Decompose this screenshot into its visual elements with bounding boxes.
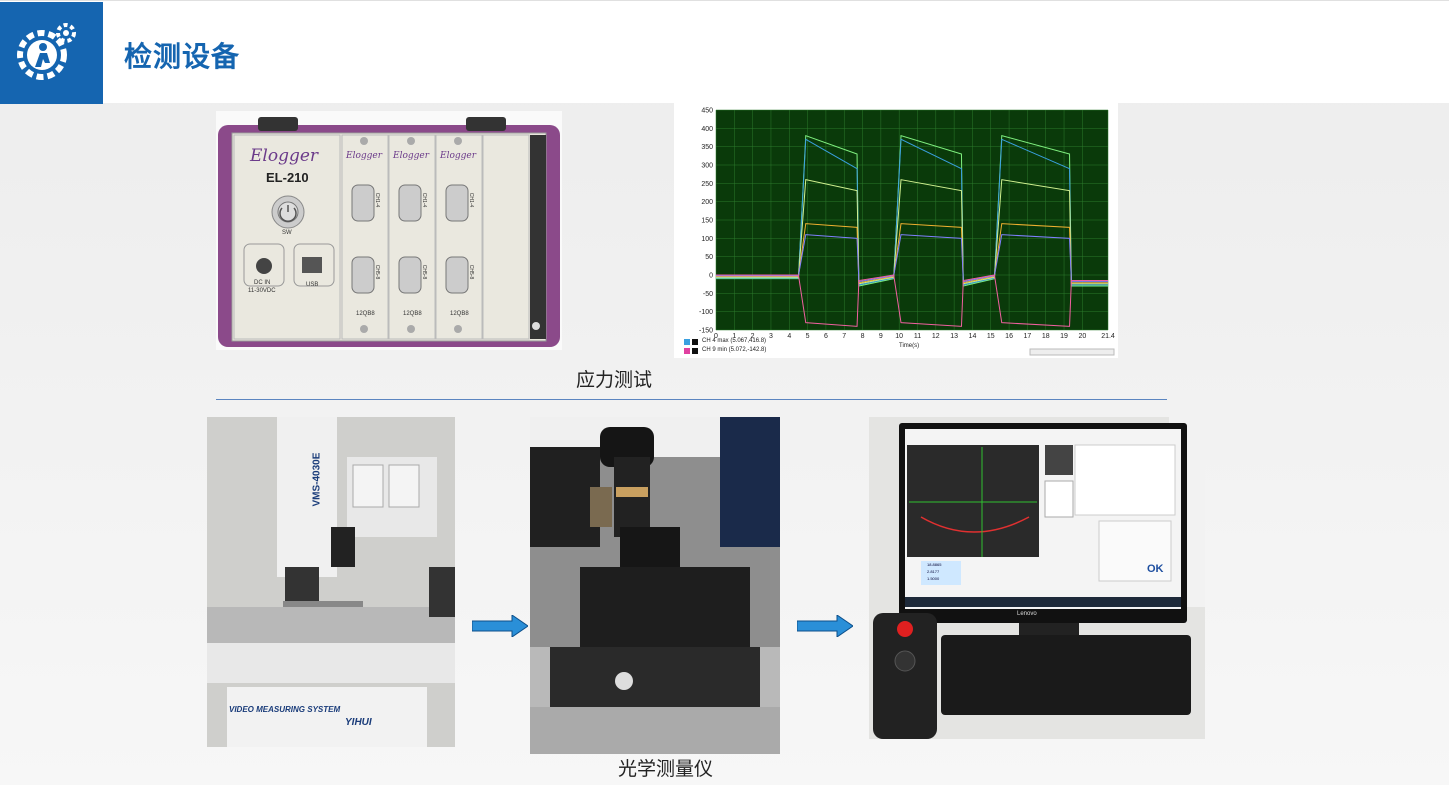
monitor-ok-label: OK [1147, 563, 1164, 575]
ch-top-2: CH1-4 [421, 192, 428, 208]
dc-label-2: 11-30VDC [248, 288, 276, 294]
chart-y-tick: 100 [701, 236, 713, 243]
chart-y-tick: 300 [701, 163, 713, 170]
chart-y-tick: 50 [705, 254, 713, 261]
module-brand-3: Elogger [440, 151, 477, 161]
monitor-brand: Lenovo [1017, 611, 1037, 617]
module-brand-2: Elogger [393, 151, 430, 161]
optical-caption: 光学测量仪 [618, 758, 714, 780]
ch-top-3: CH1-4 [468, 192, 475, 208]
chart-x-tick: 16 [1005, 333, 1013, 340]
ch-top-1: CH1-4 [374, 192, 381, 208]
chart-x-tick: 4 [787, 333, 791, 340]
readout-x: 18.8865 [927, 562, 942, 567]
chart-y-tick: -150 [699, 328, 713, 335]
vms-model: VMS-4030E [311, 452, 323, 507]
readout-y: 2.8177 [927, 569, 940, 574]
dc-label-1: DC IN [254, 280, 271, 286]
elogger-model: EL-210 [266, 170, 309, 185]
chart-x-tick: 3 [769, 333, 773, 340]
chart-y-tick: 150 [701, 218, 713, 225]
readout-z: 1.5000 [927, 576, 940, 581]
arrow-right-icon [797, 615, 853, 637]
chart-y-tick: 400 [701, 126, 713, 133]
chart-x-tick: 11 [914, 333, 921, 340]
chart-x-tick: 18 [1042, 333, 1050, 340]
chart-y-tick: 450 [701, 108, 713, 115]
module-label-1: 12QB8 [356, 311, 375, 317]
chart-y-tick: 350 [701, 144, 713, 151]
chart-legend-1: CH 4 max (5.067,416.8) [702, 338, 767, 344]
chart-y-tick: 200 [701, 199, 713, 206]
vms-brand-label: YIHUI [345, 717, 372, 728]
chart-x-tick: 17 [1024, 333, 1032, 340]
chart-x-tick: 13 [950, 333, 958, 340]
arrow-right-icon [472, 615, 528, 637]
usb-label: USB [306, 282, 319, 288]
header-bar: 检测设备 [0, 0, 1449, 104]
ch-bottom-3: CH5-8 [468, 264, 475, 280]
chart-x-tick: 9 [879, 333, 883, 340]
chart-x-tick: 6 [824, 333, 828, 340]
lens-closeup-photo [530, 417, 780, 754]
chart-x-tick: 19 [1060, 333, 1068, 340]
vms-machine-photo: VMS-4030E VIDEO MEASURING SYSTEM YIHUI [207, 417, 455, 747]
chart-y-tick: 250 [701, 181, 713, 188]
module-label-3: 12QB8 [450, 311, 469, 317]
page-title: 检测设备 [124, 40, 241, 73]
module-brand-1: Elogger [346, 151, 383, 161]
logo-tile [0, 2, 103, 104]
chart-x-label: Time(s) [899, 343, 920, 349]
measurement-computer-photo: Lenovo OK 18.8865 2.8177 1.5000 [869, 417, 1205, 739]
chart-y-tick: 0 [709, 273, 713, 280]
chart-x-tick: 21.4 [1101, 333, 1115, 340]
chart-x-tick: 10 [895, 333, 903, 340]
ch-bottom-1: CH5-8 [374, 264, 381, 280]
chart-x-tick: 12 [932, 333, 940, 340]
chart-legend-2: CH 9 min (5.072,-142.8) [702, 347, 767, 353]
chart-x-tick: 14 [969, 333, 977, 340]
stress-test-caption: 应力测试 [576, 369, 653, 391]
power-label: SW [282, 230, 292, 236]
chart-x-tick: 15 [987, 333, 995, 340]
chart-y-tick: -50 [703, 291, 713, 298]
elogger-photo: Elogger EL-210 SW DC IN 11-30VDC USB Elo… [216, 111, 562, 350]
chart-x-tick: 5 [806, 333, 810, 340]
stress-chart-screenshot: 450 400 350 300 250 200 150 100 50 0 -50 -100 -150 0… [674, 103, 1118, 358]
chart-x-tick: 8 [861, 333, 865, 340]
chart-x-tick: 20 [1078, 333, 1086, 340]
gear-worker-icon [17, 23, 76, 80]
ch-bottom-2: CH5-8 [421, 264, 428, 280]
chart-y-tick: -100 [699, 309, 713, 316]
elogger-brand: Elogger [250, 146, 319, 166]
module-label-2: 12QB8 [403, 311, 422, 317]
vms-system-label: VIDEO MEASURING SYSTEM [229, 705, 341, 714]
chart-x-tick: 7 [842, 333, 846, 340]
section-divider [216, 399, 1167, 400]
